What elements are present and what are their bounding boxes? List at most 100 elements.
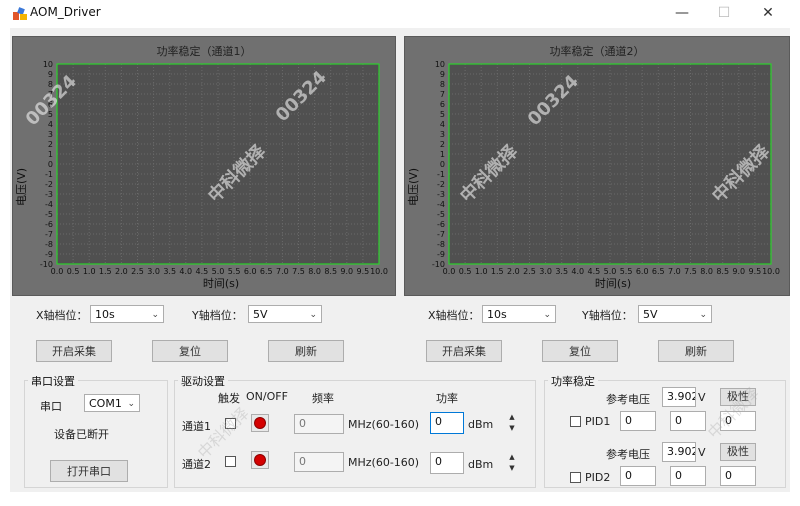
x-tick-label: 0.5 (67, 267, 80, 276)
chevron-down-icon: ⌄ (309, 310, 317, 320)
serial-port-label: 串口 (40, 400, 62, 413)
channel-2-frequency-unit: MHz(60-160) (348, 456, 420, 469)
refresh-button[interactable]: 刷新 (268, 340, 344, 362)
y-tick-label: -8 (45, 240, 53, 249)
y-tick-label: 0 (440, 160, 445, 169)
y-tick-label: -9 (45, 250, 53, 259)
window-title: AOM_Driver (30, 5, 101, 19)
pid2-d-input[interactable]: 0 (720, 466, 756, 486)
polarity-2-button[interactable]: 极性 (720, 443, 756, 461)
x-tick-label: 8.5 (716, 267, 729, 276)
x-tick-label: 3.5 (163, 267, 176, 276)
x-tick-label: 3.0 (147, 267, 160, 276)
x-tick-label: 7.5 (292, 267, 305, 276)
spin-up-icon[interactable]: ▲ (506, 452, 518, 463)
y-tick-label: -3 (45, 190, 53, 199)
y-tick-label: -2 (437, 180, 445, 189)
serial-group-title: 串口设置 (28, 373, 78, 389)
y-tick-label: -10 (40, 260, 53, 269)
x-tick-label: 7.0 (668, 267, 681, 276)
y-tick-label: 10 (435, 60, 445, 69)
x-tick-label: 9.5 (749, 267, 762, 276)
channel-1-frequency-unit: MHz(60-160) (348, 418, 420, 431)
y-tick-label: -4 (45, 200, 53, 209)
y-tick-label: 8 (440, 80, 445, 89)
y-tick-label: 1 (48, 150, 53, 159)
start-acquisition-button[interactable]: 开启采集 (36, 340, 112, 362)
x-axis-range-select[interactable]: 10s ⌄ (90, 305, 164, 323)
channel-1-power-unit: dBm (468, 418, 494, 431)
chart-2-xlabel: 时间(s) (595, 277, 631, 290)
x-tick-label: 1.0 (83, 267, 96, 276)
refresh-button[interactable]: 刷新 (658, 340, 734, 362)
x-tick-label: 9.0 (340, 267, 353, 276)
x-axis-range-label: X轴档位： (428, 309, 480, 322)
spin-down-icon[interactable]: ▼ (506, 423, 518, 434)
y-tick-label: 6 (440, 100, 445, 109)
channel-2-frequency-input[interactable]: 0 (294, 452, 344, 472)
drive-group-title: 驱动设置 (178, 373, 228, 389)
x-tick-label: 4.0 (179, 267, 192, 276)
channel-2-power-spinner[interactable]: ▲ ▼ (506, 452, 518, 474)
maximize-button[interactable]: ☐ (702, 2, 746, 24)
chart-1-ylabel: 电压(V) (15, 168, 28, 206)
y-tick-label: -10 (432, 260, 445, 269)
spin-down-icon[interactable]: ▼ (506, 463, 518, 474)
open-serial-button[interactable]: 打开串口 (50, 460, 128, 482)
channel-2-onoff-button[interactable] (251, 451, 269, 469)
channel-2-power-unit: dBm (468, 458, 494, 471)
x-tick-label: 2.0 (115, 267, 128, 276)
x-tick-label: 1.5 (99, 267, 112, 276)
x-tick-label: 5.5 (228, 267, 241, 276)
pid2-checkbox[interactable] (570, 472, 581, 483)
channel-1-onoff-button[interactable] (251, 414, 269, 432)
reset-button[interactable]: 复位 (542, 340, 618, 362)
x-axis-range-value: 10s (95, 308, 115, 321)
close-button[interactable]: ✕ (746, 2, 790, 24)
pid2-i-input[interactable]: 0 (670, 466, 706, 486)
y-tick-label: 1 (440, 150, 445, 159)
y-axis-range-value: 5V (253, 308, 268, 321)
y-tick-label: -6 (437, 220, 445, 229)
minimize-button[interactable]: — (660, 2, 704, 24)
chevron-down-icon: ⌄ (543, 310, 551, 320)
x-tick-label: 2.5 (523, 267, 536, 276)
chevron-down-icon: ⌄ (127, 399, 135, 409)
start-acquisition-button[interactable]: 开启采集 (426, 340, 502, 362)
pid2-p-input[interactable]: 0 (620, 466, 656, 486)
reference-voltage-2-unit: V (698, 446, 706, 459)
x-axis-range-select[interactable]: 10s ⌄ (482, 305, 556, 323)
y-axis-range-select[interactable]: 5V ⌄ (248, 305, 322, 323)
channel-1-power-spinner[interactable]: ▲ ▼ (506, 412, 518, 434)
x-tick-label: 10.0 (370, 267, 388, 276)
reference-voltage-1-unit: V (698, 391, 706, 404)
channel-1-power-input[interactable]: 0 (430, 412, 464, 434)
pid1-p-input[interactable]: 0 (620, 411, 656, 431)
channel-1-frequency-input[interactable]: 0 (294, 414, 344, 434)
y-axis-range-label: Y轴档位： (192, 309, 243, 322)
x-tick-label: 8.5 (324, 267, 337, 276)
frequency-header: 频率 (312, 392, 334, 405)
pid1-checkbox[interactable] (570, 416, 581, 427)
y-tick-label: -5 (45, 210, 53, 219)
x-tick-label: 5.5 (620, 267, 633, 276)
pid1-label: PID1 (585, 415, 611, 428)
reference-voltage-1-input[interactable]: 3.9024 (662, 387, 696, 407)
spin-up-icon[interactable]: ▲ (506, 412, 518, 423)
channel-2-trigger-checkbox[interactable] (225, 456, 236, 467)
x-tick-label: 9.0 (732, 267, 745, 276)
power-header: 功率 (436, 392, 458, 405)
reference-voltage-2-input[interactable]: 3.9024 (662, 442, 696, 462)
y-tick-label: 4 (48, 120, 53, 129)
onoff-header: ON/OFF (246, 390, 288, 403)
reference-voltage-2-label: 参考电压 (606, 448, 650, 461)
channel-2-power-input[interactable]: 0 (430, 452, 464, 474)
y-axis-range-select[interactable]: 5V ⌄ (638, 305, 712, 323)
serial-port-select[interactable]: COM1 ⌄ (84, 394, 140, 412)
x-tick-label: 8.0 (700, 267, 713, 276)
x-tick-label: 7.0 (276, 267, 289, 276)
y-tick-label: -8 (437, 240, 445, 249)
pid1-i-input[interactable]: 0 (670, 411, 706, 431)
x-tick-label: 4.5 (196, 267, 209, 276)
reset-button[interactable]: 复位 (152, 340, 228, 362)
